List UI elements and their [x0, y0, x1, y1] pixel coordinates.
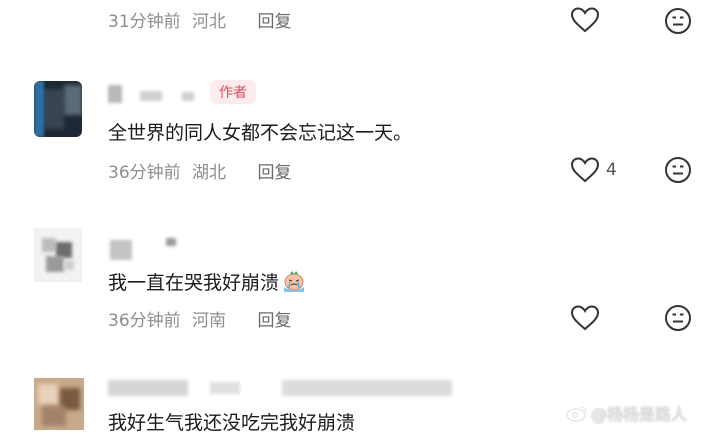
- heart-outline-icon[interactable]: [570, 156, 600, 184]
- comment-time: 31分钟前: [108, 12, 181, 32]
- reply-button[interactable]: 回复: [257, 163, 291, 183]
- comment-location: 河南: [192, 311, 227, 331]
- reply-button[interactable]: 回复: [257, 12, 291, 32]
- heart-outline-icon[interactable]: [570, 304, 600, 332]
- neutral-face-icon[interactable]: [664, 156, 692, 184]
- avatar[interactable]: [34, 228, 82, 282]
- weibo-logo-icon: [566, 406, 587, 422]
- watermark-text: @杨杨是路人: [591, 405, 688, 424]
- like-count: 4: [606, 160, 617, 180]
- comment-meta: 36分钟前 湖北 回复: [108, 158, 291, 183]
- comment-location: 河北: [192, 12, 227, 32]
- comment-meta: 31分钟前 河北 回复: [108, 7, 291, 32]
- comment-time: 36分钟前: [108, 311, 181, 331]
- avatar[interactable]: [34, 81, 82, 137]
- neutral-face-icon[interactable]: [664, 304, 692, 332]
- crying-emoji-icon: [284, 271, 305, 292]
- comment-text: 我一直在哭我好崩溃: [108, 268, 307, 295]
- avatar[interactable]: [34, 378, 84, 430]
- watermark: @杨杨是路人: [566, 401, 687, 425]
- reply-button[interactable]: 回复: [257, 311, 291, 331]
- comment-meta: 36分钟前 河南 回复: [108, 306, 291, 331]
- comment-text: 全世界的同人女都不会忘记这一天。: [108, 122, 413, 144]
- comment-location: 湖北: [192, 163, 227, 183]
- neutral-face-icon[interactable]: [664, 7, 692, 35]
- comment-time: 36分钟前: [108, 163, 181, 183]
- comment-text-body: 我一直在哭我好崩溃: [108, 272, 280, 294]
- heart-outline-icon[interactable]: [570, 6, 600, 34]
- comment-text: 我好生气我还没吃完我好崩溃: [108, 412, 356, 434]
- author-badge: 作者: [210, 80, 256, 104]
